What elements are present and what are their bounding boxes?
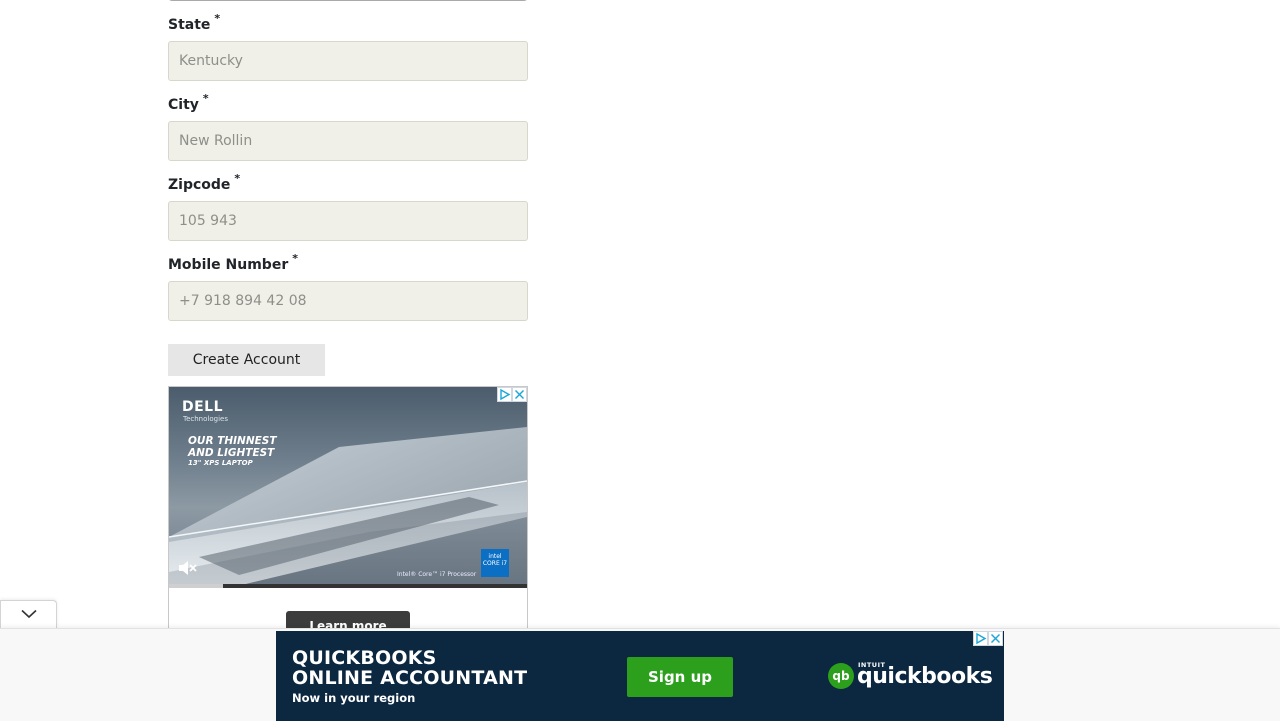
quickbooks-ad-title: QUICKBOOKS ONLINE ACCOUNTANT bbox=[292, 648, 527, 688]
close-icon[interactable] bbox=[512, 387, 527, 402]
mobile-number-label: Mobile Number * bbox=[168, 252, 298, 273]
sign-up-button[interactable]: Sign up bbox=[627, 657, 733, 697]
adchoices-icon[interactable] bbox=[973, 631, 988, 646]
adchoices-icon[interactable] bbox=[497, 387, 512, 402]
previous-field-bottom-edge[interactable] bbox=[168, 0, 528, 1]
state-label-text: State bbox=[168, 17, 211, 33]
intel-core-badge: intel CORE i7 bbox=[481, 549, 509, 577]
zipcode-label: Zipcode * bbox=[168, 172, 240, 193]
quickbooks-wordmark: quickbooks bbox=[857, 664, 993, 689]
required-asterisk: * bbox=[202, 92, 209, 105]
video-progress-bar[interactable] bbox=[169, 584, 527, 588]
collapse-ad-button[interactable] bbox=[0, 600, 57, 628]
mobile-number-input[interactable] bbox=[168, 281, 528, 321]
processor-text: Intel® Core™ i7 Processor bbox=[397, 571, 477, 578]
quickbooks-logo-mark: qb bbox=[828, 663, 854, 689]
city-label: City * bbox=[168, 92, 209, 113]
city-input[interactable] bbox=[168, 121, 528, 161]
dell-logo: DELL bbox=[182, 399, 224, 415]
sticky-footer-ad-bar: QUICKBOOKS ONLINE ACCOUNTANT Now in your… bbox=[0, 628, 1280, 721]
muted-speaker-icon[interactable] bbox=[177, 559, 197, 577]
dell-headline: OUR THINNEST AND LIGHTEST bbox=[188, 435, 277, 459]
dell-logo-subtitle: Technologies bbox=[183, 415, 228, 423]
close-icon[interactable] bbox=[988, 631, 1003, 646]
quickbooks-ad-subtitle: Now in your region bbox=[292, 691, 416, 705]
ad-video[interactable]: DELL Technologies OUR THINNEST AND LIGHT… bbox=[169, 387, 527, 588]
state-label: State * bbox=[168, 12, 220, 33]
zipcode-input[interactable] bbox=[168, 201, 528, 241]
dell-headline-line: OUR THINNEST bbox=[188, 435, 277, 447]
quickbooks-ad-title-line: QUICKBOOKS bbox=[292, 647, 437, 669]
quickbooks-logo: qb INTUIT quickbooks bbox=[828, 661, 993, 695]
mobile-number-label-text: Mobile Number bbox=[168, 257, 289, 273]
create-account-button[interactable]: Create Account bbox=[168, 344, 325, 376]
dell-headline-line: AND LIGHTEST bbox=[188, 447, 275, 459]
required-asterisk: * bbox=[292, 252, 298, 265]
video-progress-fill bbox=[169, 584, 223, 588]
quickbooks-ad-title-line: ONLINE ACCOUNTANT bbox=[292, 667, 528, 689]
dell-video-ad[interactable]: DELL Technologies OUR THINNEST AND LIGHT… bbox=[168, 386, 528, 636]
dell-headline-sub: 13" XPS LAPTOP bbox=[188, 459, 253, 467]
city-label-text: City bbox=[168, 97, 199, 113]
quickbooks-ad[interactable]: QUICKBOOKS ONLINE ACCOUNTANT Now in your… bbox=[276, 631, 1004, 721]
required-asterisk: * bbox=[234, 172, 241, 185]
zipcode-label-text: Zipcode bbox=[168, 177, 231, 193]
state-input[interactable] bbox=[168, 41, 528, 81]
chevron-down-icon bbox=[21, 609, 37, 619]
required-asterisk: * bbox=[214, 12, 221, 25]
